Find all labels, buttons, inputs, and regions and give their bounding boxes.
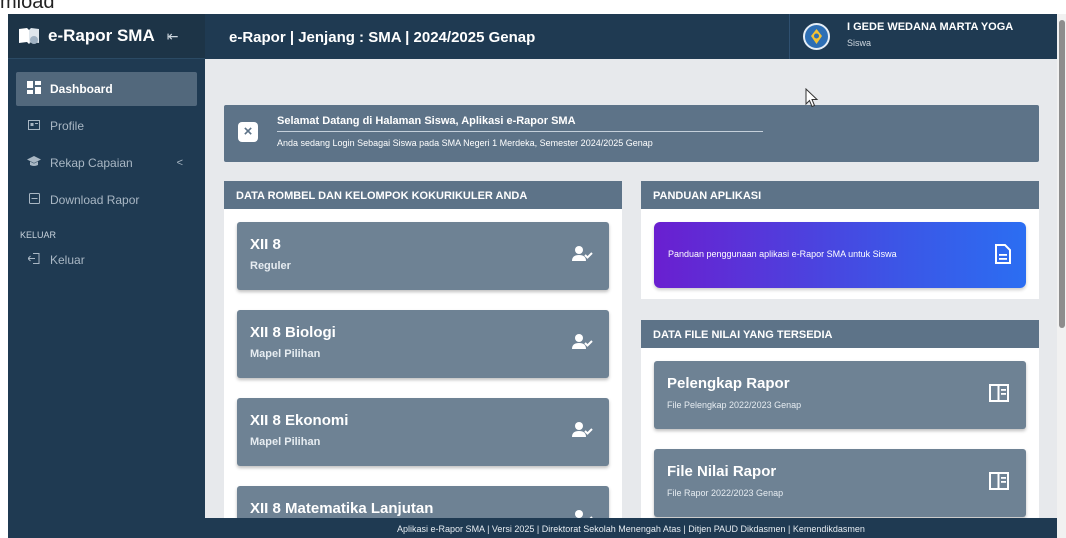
- rombel-panel: DATA ROMBEL DAN KELOMPOK KOKURIKULER AND…: [224, 181, 622, 518]
- guide-card[interactable]: Panduan penggunaan aplikasi e-Rapor SMA …: [654, 222, 1026, 288]
- user-role: Siswa: [847, 38, 872, 48]
- sidebar-item-download-rapor[interactable]: Download Rapor: [16, 183, 197, 217]
- scrollbar-thumb[interactable]: [1059, 20, 1065, 328]
- guide-panel: PANDUAN APLIKASI Panduan penggunaan apli…: [641, 181, 1039, 299]
- page-title: e-Rapor | Jenjang : SMA | 2024/2025 Gena…: [229, 29, 536, 46]
- guide-card-text: Panduan penggunaan aplikasi e-Rapor SMA …: [668, 249, 897, 259]
- sidebar-item-label: Dashboard: [50, 82, 113, 96]
- welcome-alert: × Selamat Datang di Halaman Siswa, Aplik…: [224, 105, 1039, 162]
- rombel-panel-heading: DATA ROMBEL DAN KELOMPOK KOKURIKULER AND…: [224, 181, 622, 209]
- document-icon: [26, 193, 42, 207]
- logout-icon: [26, 253, 42, 267]
- file-card[interactable]: Pelengkap Rapor File Pelengkap 2022/2023…: [654, 361, 1026, 429]
- chevron-left-icon: <: [176, 157, 183, 169]
- partial-top-text: mload: [0, 0, 1066, 14]
- file-card[interactable]: File Nilai Rapor File Rapor 2022/2023 Ge…: [654, 449, 1026, 517]
- mouse-cursor-icon: [805, 88, 819, 108]
- book-logo-icon: [19, 28, 39, 44]
- user-check-icon: [575, 510, 593, 518]
- brand[interactable]: e-Rapor SMA ⇤: [8, 14, 205, 59]
- class-card-subtitle: Mapel Pilihan: [250, 436, 321, 448]
- class-card-title: XII 8 Biologi: [250, 324, 336, 341]
- ministry-logo-icon[interactable]: [803, 23, 830, 50]
- user-check-icon: [572, 334, 593, 349]
- close-alert-button[interactable]: ×: [238, 122, 258, 142]
- collapse-sidebar-icon[interactable]: ⇤: [167, 28, 179, 45]
- class-card-title: XII 8: [250, 236, 281, 253]
- welcome-divider: [277, 131, 763, 132]
- dashboard-icon: [26, 81, 42, 97]
- class-card-title: XII 8 Ekonomi: [250, 412, 349, 429]
- graduation-cap-icon: [26, 156, 42, 170]
- brand-title: e-Rapor SMA: [48, 26, 155, 45]
- book-open-icon: [989, 384, 1009, 402]
- sidebar-section-keluar: KELUAR: [20, 230, 57, 240]
- file-card-subtitle: File Pelengkap 2022/2023 Genap: [667, 400, 802, 410]
- file-card-title: Pelengkap Rapor: [667, 375, 790, 392]
- sidebar: e-Rapor SMA ⇤ Dashboard Profile Rekap Ca…: [8, 14, 205, 538]
- file-card-title: File Nilai Rapor: [667, 463, 777, 480]
- user-name[interactable]: I GEDE WEDANA MARTA YOGA: [847, 21, 1013, 33]
- welcome-subtitle: Anda sedang Login Sebagai Siswa pada SMA…: [277, 138, 653, 148]
- header-divider: [789, 14, 790, 59]
- file-text-icon: [995, 244, 1011, 264]
- sidebar-item-dashboard[interactable]: Dashboard: [16, 72, 197, 106]
- user-check-icon: [572, 246, 593, 261]
- footer: Aplikasi e-Rapor SMA | Versi 2025 | Dire…: [205, 518, 1057, 538]
- book-open-icon: [989, 472, 1009, 490]
- sidebar-item-label: Download Rapor: [50, 193, 140, 207]
- sidebar-item-label: Profile: [50, 119, 85, 133]
- class-card[interactable]: XII 8 Matematika Lanjutan: [237, 486, 609, 518]
- class-card[interactable]: XII 8 Reguler: [237, 222, 609, 290]
- class-card-subtitle: Reguler: [250, 260, 291, 272]
- guide-panel-heading: PANDUAN APLIKASI: [641, 181, 1039, 209]
- sidebar-nav: Dashboard Profile Rekap Capaian < Downlo…: [8, 59, 205, 272]
- sidebar-item-profile[interactable]: Profile: [16, 109, 197, 143]
- class-card-subtitle: Mapel Pilihan: [250, 348, 321, 360]
- class-card-title: XII 8 Matematika Lanjutan: [250, 500, 434, 517]
- class-card[interactable]: XII 8 Ekonomi Mapel Pilihan: [237, 398, 609, 466]
- sidebar-item-label: Rekap Capaian: [50, 156, 133, 170]
- main-content: × Selamat Datang di Halaman Siswa, Aplik…: [205, 59, 1057, 518]
- user-check-icon: [572, 422, 593, 437]
- class-card[interactable]: XII 8 Biologi Mapel Pilihan: [237, 310, 609, 378]
- profile-card-icon: [26, 119, 42, 133]
- sidebar-item-rekap-capaian[interactable]: Rekap Capaian <: [16, 146, 197, 180]
- top-header: e-Rapor | Jenjang : SMA | 2024/2025 Gena…: [205, 14, 1057, 59]
- sidebar-item-label: Keluar: [50, 253, 85, 267]
- file-card-subtitle: File Rapor 2022/2023 Genap: [667, 488, 784, 498]
- files-panel-heading: DATA FILE NILAI YANG TERSEDIA: [641, 320, 1039, 348]
- partial-top-label: mload: [0, 0, 55, 13]
- welcome-title: Selamat Datang di Halaman Siswa, Aplikas…: [277, 115, 576, 127]
- app-window: mload e-Rapor SMA ⇤ Dashboard Profile Re…: [0, 0, 1066, 538]
- sidebar-item-keluar[interactable]: Keluar: [16, 248, 197, 272]
- files-panel: DATA FILE NILAI YANG TERSEDIA Pelengkap …: [641, 320, 1039, 518]
